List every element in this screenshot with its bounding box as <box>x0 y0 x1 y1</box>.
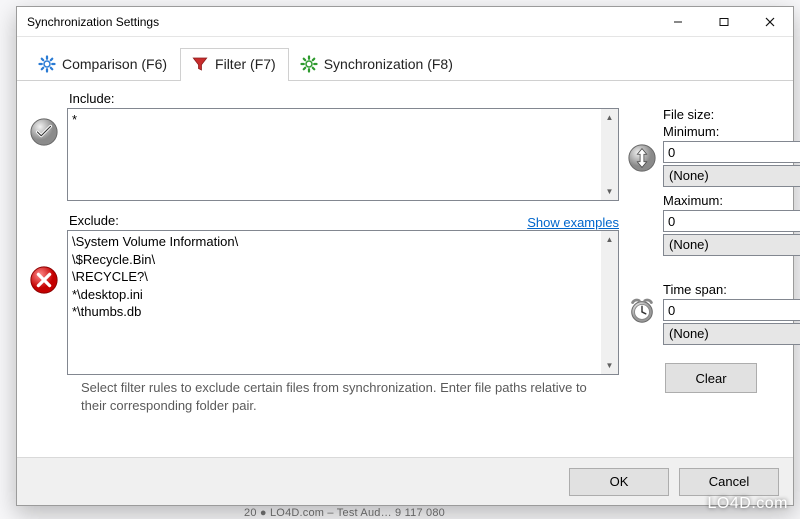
scroll-track[interactable] <box>601 126 618 183</box>
checkmark-circle-icon <box>29 117 59 147</box>
timespan-icon-wrap <box>627 282 657 326</box>
filesize-min-unit-combo[interactable]: (None) ▾ <box>663 165 800 187</box>
close-button[interactable] <box>747 7 793 36</box>
filesize-min-spinner: ▲▼ <box>663 141 800 163</box>
exclude-textarea-wrap: ▲ ▼ <box>67 230 619 375</box>
timespan-group: Time span: ▲▼ (None) ▾ <box>627 282 783 345</box>
window-controls <box>655 7 793 36</box>
content-row: Include: ▲ ▼ <box>17 81 793 457</box>
maximize-icon <box>719 17 729 27</box>
dialog-footer: OK Cancel <box>17 457 793 505</box>
tab-label: Synchronization (F8) <box>324 56 453 72</box>
close-icon <box>765 17 775 27</box>
funnel-icon <box>191 55 209 73</box>
filesize-max-label: Maximum: <box>663 193 800 208</box>
timespan-spinner: ▲▼ <box>663 299 800 321</box>
include-icon-wrap <box>27 89 61 147</box>
show-examples-link[interactable]: Show examples <box>527 215 619 230</box>
exclude-group: Exclude: Show examples ▲ ▼ <box>27 211 619 375</box>
alarm-clock-icon <box>627 296 657 326</box>
backdrop-statusbar: 20 ● LO4D.com – Test Aud… 9 117 080 <box>244 507 445 519</box>
titlebar: Synchronization Settings <box>17 7 793 37</box>
gear-blue-icon <box>38 55 56 73</box>
help-text: Select filter rules to exclude certain f… <box>27 375 619 414</box>
scroll-track[interactable] <box>601 248 618 357</box>
tabbar: Comparison (F6) Filter (F7) Synchronizat… <box>17 37 793 81</box>
clear-button[interactable]: Clear <box>665 363 757 393</box>
updown-circle-icon <box>627 143 657 173</box>
cross-circle-icon <box>29 265 59 295</box>
filesize-icon-wrap <box>627 107 657 173</box>
tab-filter[interactable]: Filter (F7) <box>180 48 289 81</box>
include-textarea-wrap: ▲ ▼ <box>67 108 619 201</box>
button-label: OK <box>610 474 629 489</box>
tab-label: Filter (F7) <box>215 56 276 72</box>
button-label: Clear <box>695 371 726 386</box>
filesize-group: File size: Minimum: ▲▼ (None) ▾ Maximum: <box>627 107 783 256</box>
combo-value: (None) <box>664 324 800 344</box>
scroll-down-icon[interactable]: ▼ <box>601 357 618 374</box>
filesize-max-unit-combo[interactable]: (None) ▾ <box>663 234 800 256</box>
tab-synchronization[interactable]: Synchronization (F8) <box>289 48 466 81</box>
filesize-min-label: Minimum: <box>663 124 800 139</box>
filesize-title: File size: <box>663 107 800 122</box>
tab-label: Comparison (F6) <box>62 56 167 72</box>
combo-value: (None) <box>664 166 800 186</box>
include-scrollbar[interactable]: ▲ ▼ <box>601 109 618 200</box>
filesize-max-spinner: ▲▼ <box>663 210 800 232</box>
exclude-scrollbar[interactable]: ▲ ▼ <box>601 231 618 374</box>
exclude-icon-wrap <box>27 211 61 295</box>
cancel-button[interactable]: Cancel <box>679 468 779 496</box>
window-title: Synchronization Settings <box>27 15 159 29</box>
right-column: File size: Minimum: ▲▼ (None) ▾ Maximum: <box>627 89 783 453</box>
minimize-button[interactable] <box>655 7 701 36</box>
button-label: Cancel <box>709 474 749 489</box>
maximize-button[interactable] <box>701 7 747 36</box>
filesize-max-input[interactable] <box>664 211 800 231</box>
combo-value: (None) <box>664 235 800 255</box>
scroll-up-icon[interactable]: ▲ <box>601 231 618 248</box>
minimize-icon <box>673 17 683 27</box>
timespan-input[interactable] <box>664 300 800 320</box>
tab-comparison[interactable]: Comparison (F6) <box>27 48 180 81</box>
filesize-min-input[interactable] <box>664 142 800 162</box>
include-input[interactable] <box>68 109 601 197</box>
ok-button[interactable]: OK <box>569 468 669 496</box>
settings-dialog: Synchronization Settings Comparison (F6) <box>16 6 794 506</box>
left-column: Include: ▲ ▼ <box>27 89 619 453</box>
timespan-unit-combo[interactable]: (None) ▾ <box>663 323 800 345</box>
scroll-up-icon[interactable]: ▲ <box>601 109 618 126</box>
include-group: Include: ▲ ▼ <box>27 89 619 201</box>
exclude-input[interactable] <box>68 231 601 371</box>
scroll-down-icon[interactable]: ▼ <box>601 183 618 200</box>
timespan-title: Time span: <box>663 282 800 297</box>
gear-green-icon <box>300 55 318 73</box>
include-label: Include: <box>69 91 619 106</box>
exclude-label: Exclude: <box>69 213 119 228</box>
dialog-body: Include: ▲ ▼ <box>17 81 793 505</box>
